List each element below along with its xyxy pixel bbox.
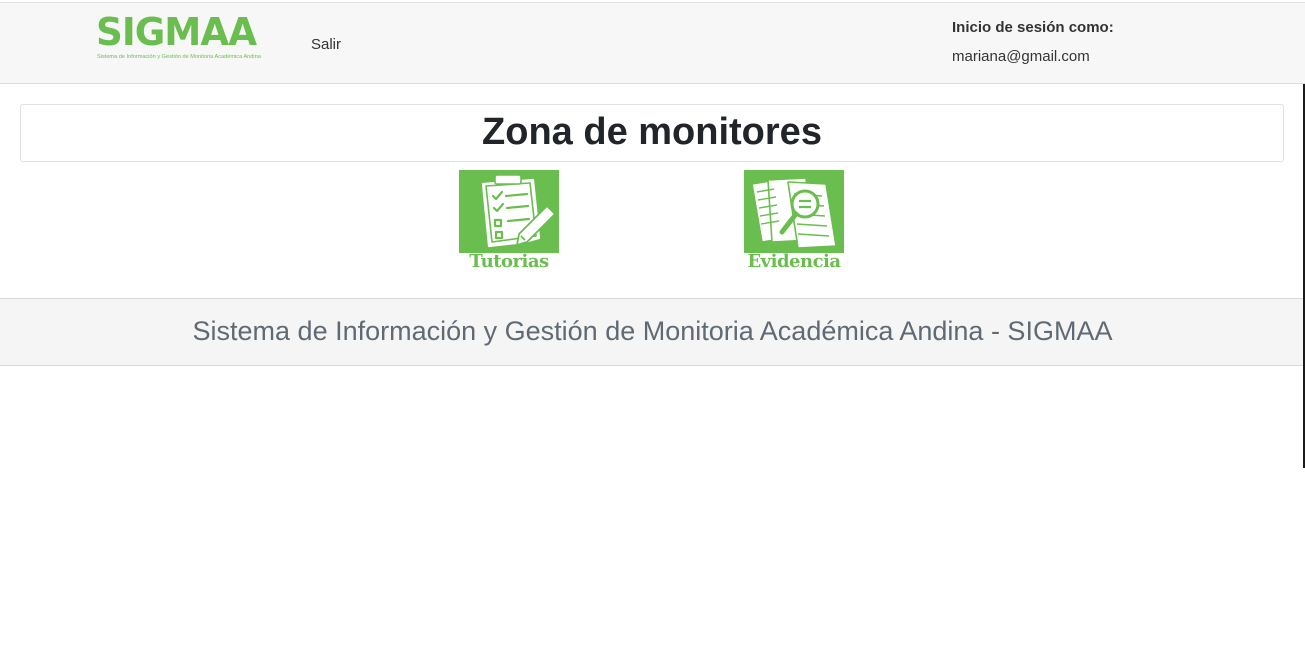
tutorias-tile[interactable]: Tutorias xyxy=(459,170,559,272)
logout-link[interactable]: Salir xyxy=(311,36,341,53)
footer-text: Sistema de Información y Gestión de Moni… xyxy=(192,316,1113,346)
footer: Sistema de Información y Gestión de Moni… xyxy=(0,298,1305,366)
document-magnifier-icon xyxy=(744,170,844,253)
session-label: Inicio de sesión como: xyxy=(952,19,1114,36)
logo[interactable]: SIGMAA Sistema de Información y Gestión … xyxy=(96,10,261,63)
checklist-clipboard-icon xyxy=(459,170,559,253)
evidencia-tile[interactable]: Evidencia xyxy=(744,170,844,272)
title-panel: Zona de monitores xyxy=(20,104,1284,162)
tile-label: Evidencia xyxy=(747,251,841,272)
logo-title: SIGMAA xyxy=(96,10,257,54)
session-info: Inicio de sesión como: mariana@gmail.com xyxy=(952,18,1114,67)
tile-label: Tutorias xyxy=(469,251,549,272)
navbar: SIGMAA Sistema de Información y Gestión … xyxy=(0,2,1305,84)
session-user-email: mariana@gmail.com xyxy=(952,48,1090,65)
page-title: Zona de monitores xyxy=(482,111,822,153)
logo-subtitle: Sistema de Información y Gestión de Moni… xyxy=(97,54,261,60)
